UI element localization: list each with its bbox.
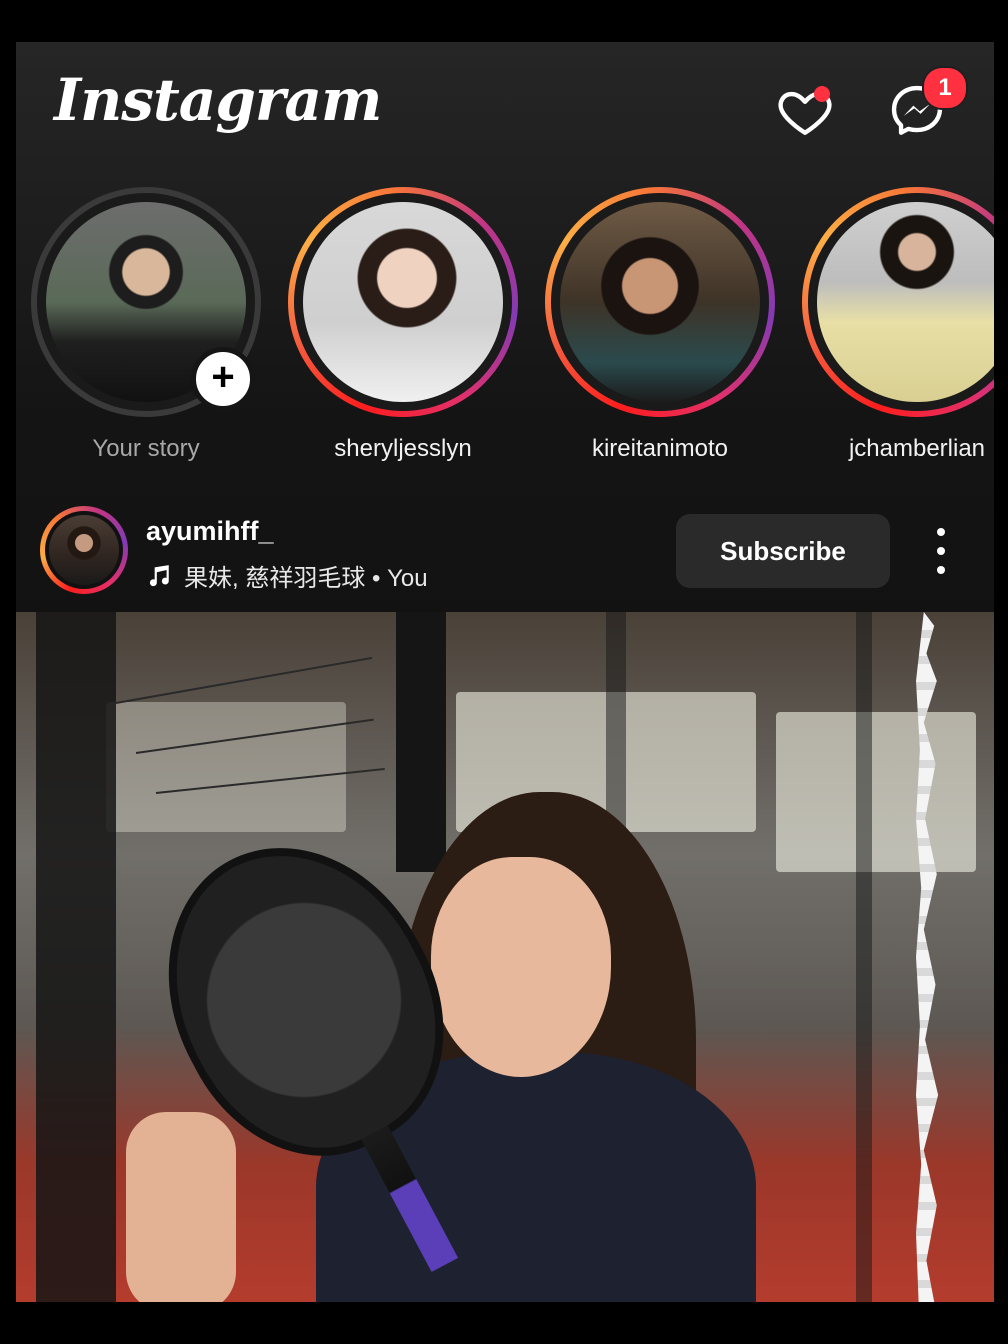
post-author-username[interactable]: ayumihff_ xyxy=(146,516,274,547)
story-ring xyxy=(545,187,775,417)
story-kireitanimoto[interactable]: kireitanimoto xyxy=(540,187,780,463)
story-avatar xyxy=(560,202,760,402)
story-sheryljesslyn[interactable]: sheryljesslyn xyxy=(283,187,523,463)
messages-badge: 1 xyxy=(922,66,968,110)
subscribe-button[interactable]: Subscribe xyxy=(676,514,890,588)
story-username: jchamberlian xyxy=(848,435,986,462)
story-username: kireitanimoto xyxy=(591,435,729,462)
music-note-icon xyxy=(149,564,169,586)
plus-icon: + xyxy=(211,355,235,399)
top-bar: Instagram 1 xyxy=(16,42,994,182)
story-ring xyxy=(802,187,994,417)
instagram-logo[interactable]: Instagram xyxy=(54,66,382,134)
story-ring: + xyxy=(31,187,261,417)
post-media-image[interactable] xyxy=(16,612,994,1302)
story-username: sheryljesslyn xyxy=(334,435,472,462)
story-avatar xyxy=(303,202,503,402)
post-audio-text: 果妹, 慈祥羽毛球 • You xyxy=(184,565,428,592)
activity-button[interactable] xyxy=(776,82,834,140)
instagram-feed-screen: Instagram 1 + Your story sheryljesslyn k… xyxy=(16,42,994,1302)
activity-dot xyxy=(814,86,830,102)
story-jchamberlian[interactable]: jchamberlian xyxy=(797,187,994,463)
add-story-button[interactable]: + xyxy=(191,347,255,411)
story-avatar xyxy=(817,202,994,402)
more-vertical-icon[interactable] xyxy=(926,528,956,574)
post-author-avatar[interactable] xyxy=(40,506,128,594)
post-header: ayumihff_ 果妹, 慈祥羽毛球 • You Subscribe xyxy=(16,502,994,612)
post-audio-link[interactable]: 果妹, 慈祥羽毛球 • You xyxy=(146,558,428,593)
story-username: Your story xyxy=(92,435,200,462)
stories-tray[interactable]: + Your story sheryljesslyn kireitanimoto xyxy=(16,187,994,477)
story-ring xyxy=(288,187,518,417)
story-your-story[interactable]: + Your story xyxy=(26,187,266,463)
